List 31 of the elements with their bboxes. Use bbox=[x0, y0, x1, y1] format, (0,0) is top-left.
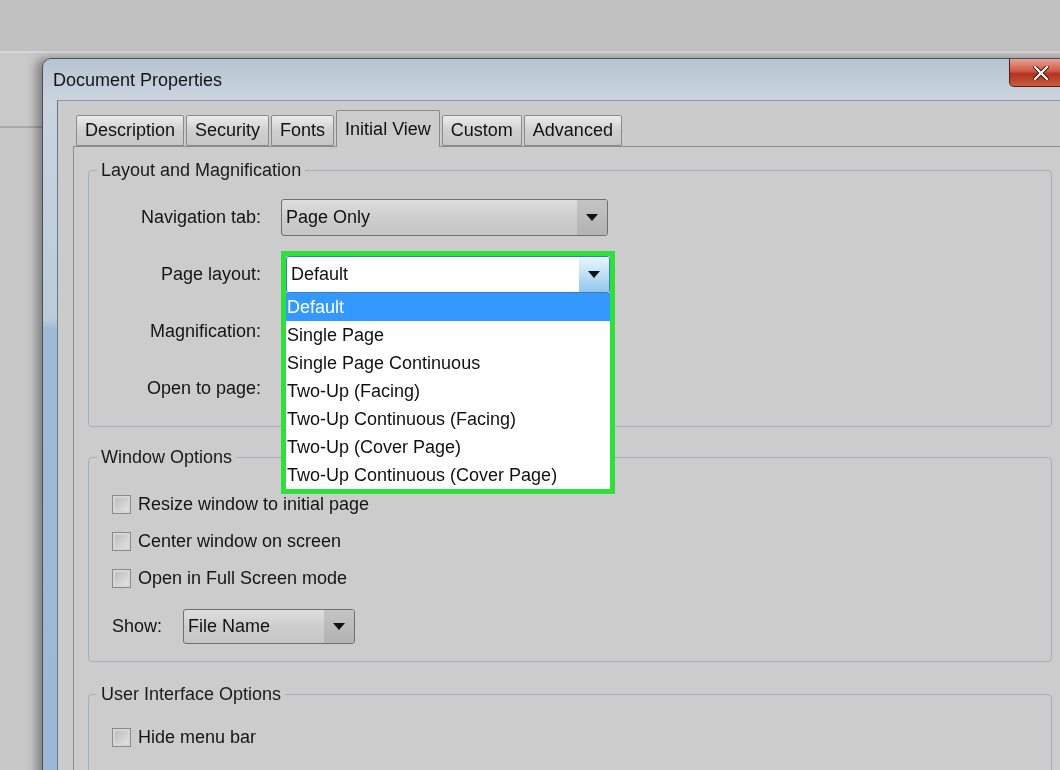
field-label: Open to page: bbox=[145, 378, 261, 399]
window-title: Document Properties bbox=[53, 68, 223, 91]
group-title: User Interface Options bbox=[100, 684, 283, 705]
group-title: Layout and Magnification bbox=[100, 160, 303, 181]
tab[interactable]: Fonts bbox=[271, 115, 335, 146]
tab[interactable]: Custom bbox=[441, 115, 522, 146]
caret-icon bbox=[586, 214, 598, 221]
checkbox-label: Hide menu bar bbox=[138, 727, 257, 748]
caret-icon bbox=[333, 623, 345, 630]
field-label: Page layout: bbox=[159, 264, 261, 285]
checkbox-label: Open in Full Screen mode bbox=[138, 568, 348, 589]
group-title: Window Options bbox=[100, 447, 234, 468]
close-button[interactable] bbox=[1009, 59, 1060, 87]
caret-icon bbox=[588, 271, 600, 278]
checkbox[interactable] bbox=[112, 495, 131, 514]
dropdown[interactable]: File Name bbox=[183, 609, 355, 644]
checkbox-label: Resize window to initial page bbox=[138, 494, 370, 515]
checkbox[interactable] bbox=[112, 569, 131, 588]
checkbox[interactable] bbox=[112, 532, 131, 551]
tab[interactable]: Security bbox=[186, 115, 270, 146]
dropdown[interactable]: Page Only bbox=[281, 199, 608, 236]
tab[interactable]: Initial View bbox=[336, 110, 440, 147]
field-label: Show: bbox=[112, 616, 164, 637]
checkbox[interactable] bbox=[112, 728, 131, 747]
close-icon bbox=[1033, 65, 1049, 80]
checkbox-label: Center window on screen bbox=[138, 531, 342, 552]
dropdown[interactable]: Default bbox=[286, 256, 610, 293]
field-label: Magnification: bbox=[148, 321, 261, 342]
field-label: Navigation tab: bbox=[139, 207, 261, 228]
tab[interactable]: Advanced bbox=[523, 115, 622, 146]
tab[interactable]: Description bbox=[76, 115, 185, 146]
